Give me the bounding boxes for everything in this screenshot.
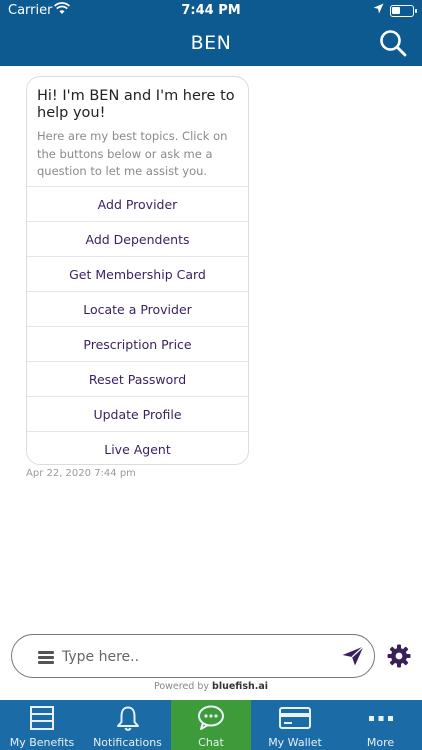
option-live-agent[interactable]: Live Agent [27,431,248,464]
bottom-tab-bar: My Benefits Notifications Chat My Wallet [0,700,422,750]
quick-reply-list: Add Provider Add Dependents Get Membersh… [27,186,248,464]
option-prescription-price[interactable]: Prescription Price [27,326,248,361]
powered-by-brand: bluefish.ai [212,681,269,692]
chat-icon [198,705,224,730]
send-icon[interactable] [342,646,364,666]
search-icon[interactable] [378,28,408,58]
tab-more[interactable]: More [339,700,422,750]
option-update-profile[interactable]: Update Profile [27,396,248,431]
tab-label: Notifications [93,736,162,749]
battery-icon [390,5,417,17]
powered-by-label: Powered by [153,681,210,692]
option-add-dependents[interactable]: Add Dependents [27,221,248,256]
tab-label: My Benefits [9,736,75,749]
option-locate-provider[interactable]: Locate a Provider [27,291,248,326]
bot-message-card: Hi! I'm BEN and I'm here to help you! He… [26,76,249,465]
page-title: BEN [190,32,232,54]
tab-chat[interactable]: Chat [171,700,251,750]
option-reset-password[interactable]: Reset Password [27,361,248,396]
tab-label: More [366,736,395,749]
tab-my-wallet[interactable]: My Wallet [251,700,339,750]
location-arrow-icon [373,3,384,14]
benefits-icon [30,706,54,730]
bot-greeting: Hi! I'm BEN and I'm here to help you! [37,88,235,121]
gear-icon[interactable] [387,644,411,668]
option-membership-card[interactable]: Get Membership Card [27,256,248,291]
tab-notifications[interactable]: Notifications [84,700,171,750]
tab-my-benefits[interactable]: My Benefits [0,700,84,750]
message-composer [11,634,375,678]
tab-label: Chat [198,736,224,749]
tab-label: My Wallet [268,736,322,749]
message-input[interactable] [62,645,332,669]
more-dots-icon [368,716,393,721]
app-header: Carrier 7:44 PM BEN [0,0,422,66]
status-bar: Carrier 7:44 PM [0,0,422,22]
bell-icon [116,706,139,731]
option-add-provider[interactable]: Add Provider [27,186,248,221]
wallet-icon [279,707,311,729]
powered-by: Powered by bluefish.ai [0,681,422,692]
message-timestamp: Apr 22, 2020 7:44 pm [26,468,136,479]
status-time: 7:44 PM [181,3,241,18]
menu-icon[interactable] [38,651,54,664]
